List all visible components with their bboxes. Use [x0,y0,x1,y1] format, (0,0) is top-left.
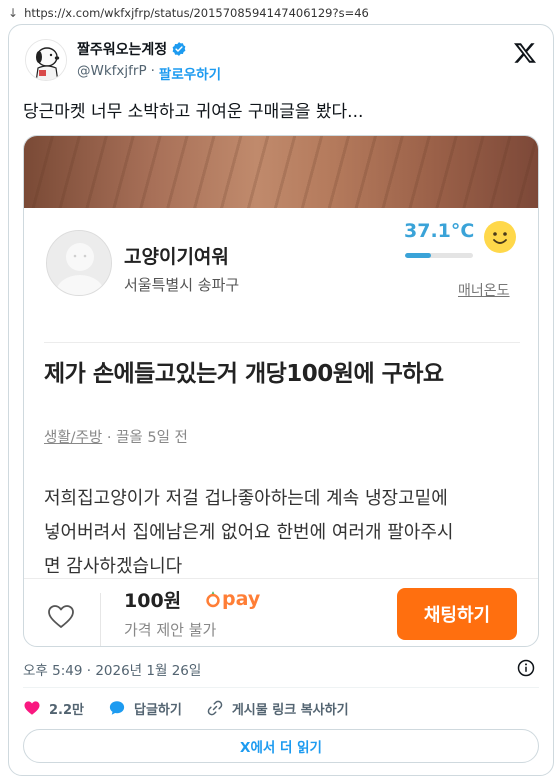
like-count: 2.2만 [49,702,84,718]
price-note: 가격 제안 불가 [124,621,217,639]
seller-avatar [46,230,112,296]
vertical-divider [100,593,101,646]
tweet-header: 짤주워오는계정 @WkfxjfrP · 팔로우하기 [23,37,539,85]
carrot-icon [206,591,220,608]
verified-badge-icon [172,42,186,56]
copy-link-label: 게시물 링크 복사하기 [231,702,349,718]
tweet-actions: 2.2만 답글하기 게시물 링크 복사하기 [23,697,373,719]
listing-body-line: 저희집고양이가 저걸 겁나좋아하는데 계속 냉장고밑에 [44,488,448,509]
heart-icon [24,701,40,715]
url-text: https://x.com/wkfxjfrp/status/2015708594… [24,6,369,20]
tweet-text: 당근마켓 너무 소박하고 귀여운 구매글을 봤다... [23,102,364,122]
listing-price: 100원 [124,590,182,612]
manner-temperature-fill [405,253,431,258]
read-more-button[interactable]: X에서 더 읽기 [23,729,539,763]
tweet-timestamp[interactable]: 오후 5:49 · 2026년 1월 26일 [23,659,201,679]
manner-temperature-label[interactable]: 매너온도 [458,280,510,300]
reply-label: 답글하기 [134,702,182,718]
user-avatar[interactable] [25,39,67,81]
listing-body-line: 넣어버려서 집에남은게 없어요 한번에 여러개 팔아주시 [44,522,454,543]
chat-button[interactable]: 채팅하기 [397,588,517,640]
wood-floor-photo [24,136,538,208]
seller-location: 서울특별시 송파구 [124,276,240,294]
attached-image[interactable]: 고양이기여워 서울특별시 송파구 37.1°C 매너온도 제가 손에들고있는거 … [23,135,539,647]
display-name[interactable]: 짤주워오는계정 [77,39,167,59]
url-bar[interactable]: ↓ https://x.com/wkfxjfrp/status/20157085… [0,0,560,26]
x-logo-icon[interactable] [513,41,537,65]
manner-temperature-bar [405,253,473,258]
seller-name: 고양이기여워 [124,246,229,268]
follow-button[interactable]: 팔로우하기 [159,63,221,83]
card-divider [23,687,539,688]
listing-body: 저희집고양이가 저걸 겁나좋아하는데 계속 냉장고밑에 넣어버려서 집에남은게 … [44,482,524,584]
smiley-face-icon [484,221,516,253]
pay-badge: pay [206,582,260,616]
pay-label: pay [222,588,261,610]
section-divider [44,342,520,343]
info-icon[interactable] [517,659,535,677]
link-icon [207,700,223,716]
heart-outline-icon[interactable] [46,602,76,632]
handle-separator: · [150,63,155,79]
bottom-bar-divider [24,578,538,579]
listing-title: 제가 손에들고있는거 개당100원에 구하요 [44,361,444,387]
listing-posted: · 끌올 5일 전 [102,430,188,446]
reply-button[interactable]: 답글하기 [108,699,182,718]
like-button[interactable]: 2.2만 [23,699,84,718]
speech-bubble-icon [109,701,125,715]
manner-temperature: 37.1°C [404,220,475,242]
download-arrow-icon: ↓ [8,6,19,20]
listing-meta: 생활/주방 · 끌올 5일 전 [44,426,188,447]
tweet-card: 짤주워오는계정 @WkfxjfrP · 팔로우하기 당근마켓 너무 소박하고 귀… [8,24,554,776]
user-handle[interactable]: @WkfxjfrP [77,63,147,81]
listing-category[interactable]: 생활/주방 [44,430,102,446]
copy-link-button[interactable]: 게시물 링크 복사하기 [206,699,349,718]
